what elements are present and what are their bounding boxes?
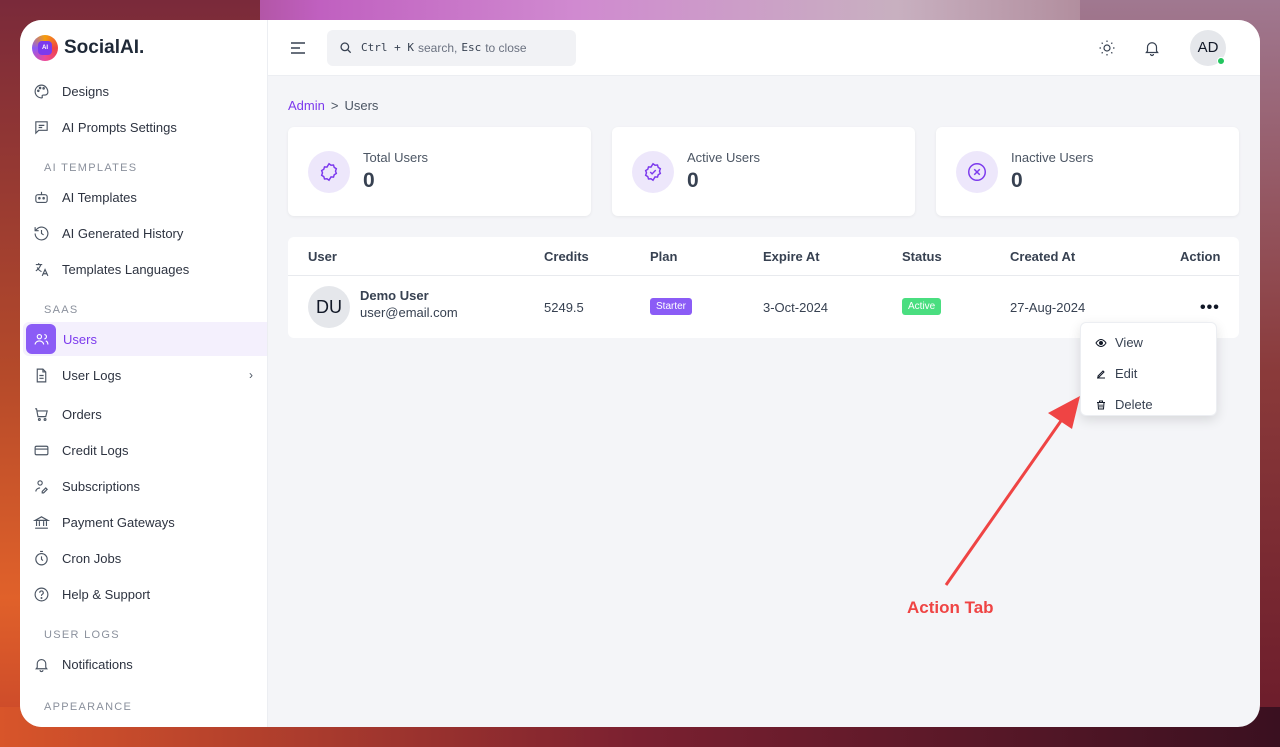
sidebar-item-cron-jobs[interactable]: Cron Jobs	[23, 541, 267, 575]
sidebar-item-ai-prompts-settings[interactable]: AI Prompts Settings	[23, 110, 267, 144]
sidebar-item-credit-logs[interactable]: Credit Logs	[23, 433, 267, 467]
sidebar-item-label: User Logs	[62, 367, 122, 383]
sidebar-item-label: Cron Jobs	[62, 550, 122, 566]
help-icon	[32, 585, 50, 603]
section-label-saas: SAAS	[44, 304, 79, 316]
annotation-arrow	[944, 396, 1080, 586]
sidebar-item-label: AI Generated History	[62, 225, 184, 241]
sidebar-item-notifications[interactable]: Notifications	[23, 647, 267, 681]
sidebar-item-label: Help & Support	[62, 586, 151, 602]
main-content: Ctrl + K search, Esc to close AD Admin > U…	[268, 20, 1260, 727]
bank-icon	[32, 513, 50, 531]
sidebar-item-label: Notifications	[62, 656, 133, 672]
user-sign-icon	[32, 477, 50, 495]
sidebar-item-subscriptions[interactable]: Subscriptions	[23, 469, 267, 503]
sidebar-item-orders[interactable]: Orders	[23, 397, 267, 431]
section-label-ai-templates: AI TEMPLATES	[44, 162, 138, 174]
timer-icon	[32, 549, 50, 567]
brand[interactable]: AI SocialAI.	[20, 20, 267, 76]
sidebar-item-ai-templates[interactable]: AI Templates	[23, 180, 267, 214]
history-icon	[32, 224, 50, 242]
sidebar-item-label: Templates Languages	[62, 261, 190, 277]
sidebar-item-label: Orders	[62, 406, 102, 422]
palette-icon	[32, 82, 50, 100]
sidebar-item-label: AI Prompts Settings	[62, 119, 177, 135]
section-label-appearance: APPEARANCE	[44, 701, 133, 713]
annotation-label: Action Tab	[907, 598, 994, 617]
sidebar: AI SocialAI. Designs AI Prompts Settings…	[20, 20, 268, 727]
sidebar-item-label: Designs	[62, 83, 109, 99]
chevron-right-icon: ›	[249, 368, 253, 382]
sidebar-item-ai-generated-history[interactable]: AI Generated History	[23, 216, 267, 250]
robot-icon	[32, 188, 50, 206]
cart-icon	[32, 405, 50, 423]
card-icon	[32, 441, 50, 459]
chat-icon	[32, 118, 50, 136]
sidebar-item-label: Subscriptions	[62, 478, 141, 494]
sidebar-item-templates-languages[interactable]: Templates Languages	[23, 252, 267, 286]
sidebar-item-users[interactable]: Users	[23, 322, 267, 356]
bell-icon	[32, 655, 50, 673]
file-icon	[32, 366, 50, 384]
users-icon	[26, 324, 56, 354]
sidebar-item-payment-gateways[interactable]: Payment Gateways	[23, 505, 267, 539]
sidebar-item-designs[interactable]: Designs	[23, 74, 267, 108]
sidebar-item-label: Credit Logs	[62, 442, 129, 458]
translate-icon	[32, 260, 50, 278]
section-label-user-logs: USER LOGS	[44, 629, 120, 641]
logo-icon: AI	[32, 35, 58, 61]
sidebar-item-label: Payment Gateways	[62, 514, 175, 530]
brand-name: SocialAI.	[64, 37, 145, 58]
sidebar-item-label: Users	[63, 331, 97, 347]
sidebar-item-user-logs[interactable]: User Logs ›	[23, 358, 267, 392]
sidebar-item-label: AI Templates	[62, 189, 137, 205]
app-window: AI SocialAI. Designs AI Prompts Settings…	[20, 20, 1260, 727]
logo-mark: AI	[38, 41, 52, 55]
sidebar-item-help-support[interactable]: Help & Support	[23, 577, 267, 611]
